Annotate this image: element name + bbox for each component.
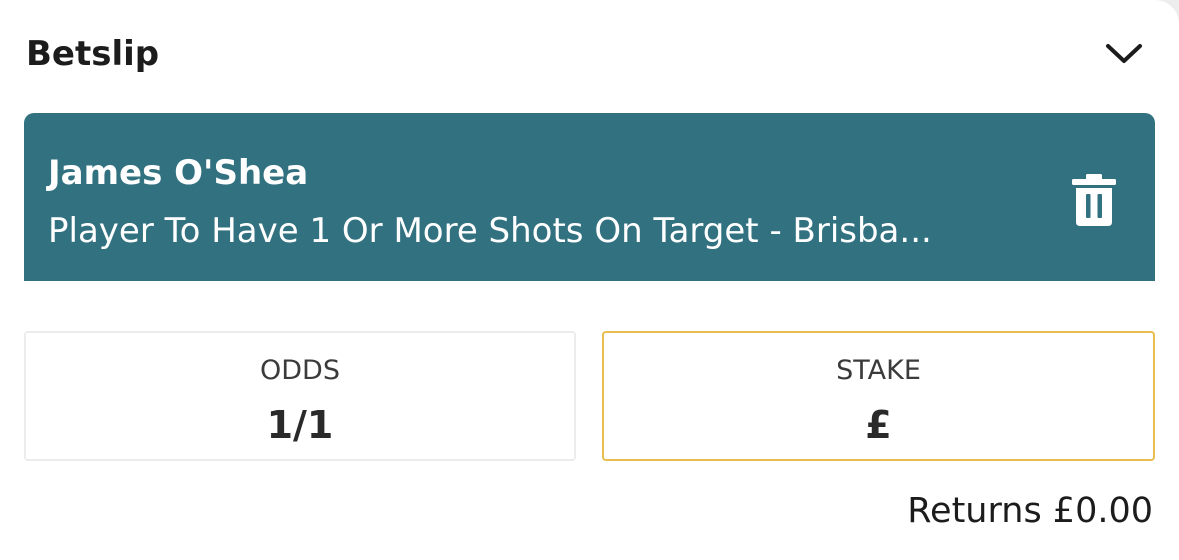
stake-label: STAKE (836, 355, 921, 386)
returns-text: Returns £0.00 (907, 491, 1153, 531)
stake-input[interactable]: STAKE £ (602, 331, 1155, 461)
selection-market: Player To Have 1 Or More Shots On Target… (48, 211, 932, 251)
delete-selection-button[interactable] (1064, 169, 1124, 231)
betslip-panel: Betslip James O'Shea Player To Have 1 Or… (0, 0, 1179, 560)
betslip-title: Betslip (26, 34, 160, 74)
selection-card: James O'Shea Player To Have 1 Or More Sh… (24, 113, 1155, 281)
odds-value: 1/1 (266, 403, 334, 447)
stake-currency: £ (865, 403, 892, 447)
odds-label: ODDS (260, 355, 340, 386)
collapse-button[interactable] (1098, 28, 1150, 80)
odds-box: ODDS 1/1 (24, 331, 576, 461)
trash-icon (1072, 174, 1116, 226)
selection-player-name: James O'Shea (48, 153, 309, 193)
chevron-down-icon (1106, 44, 1142, 63)
